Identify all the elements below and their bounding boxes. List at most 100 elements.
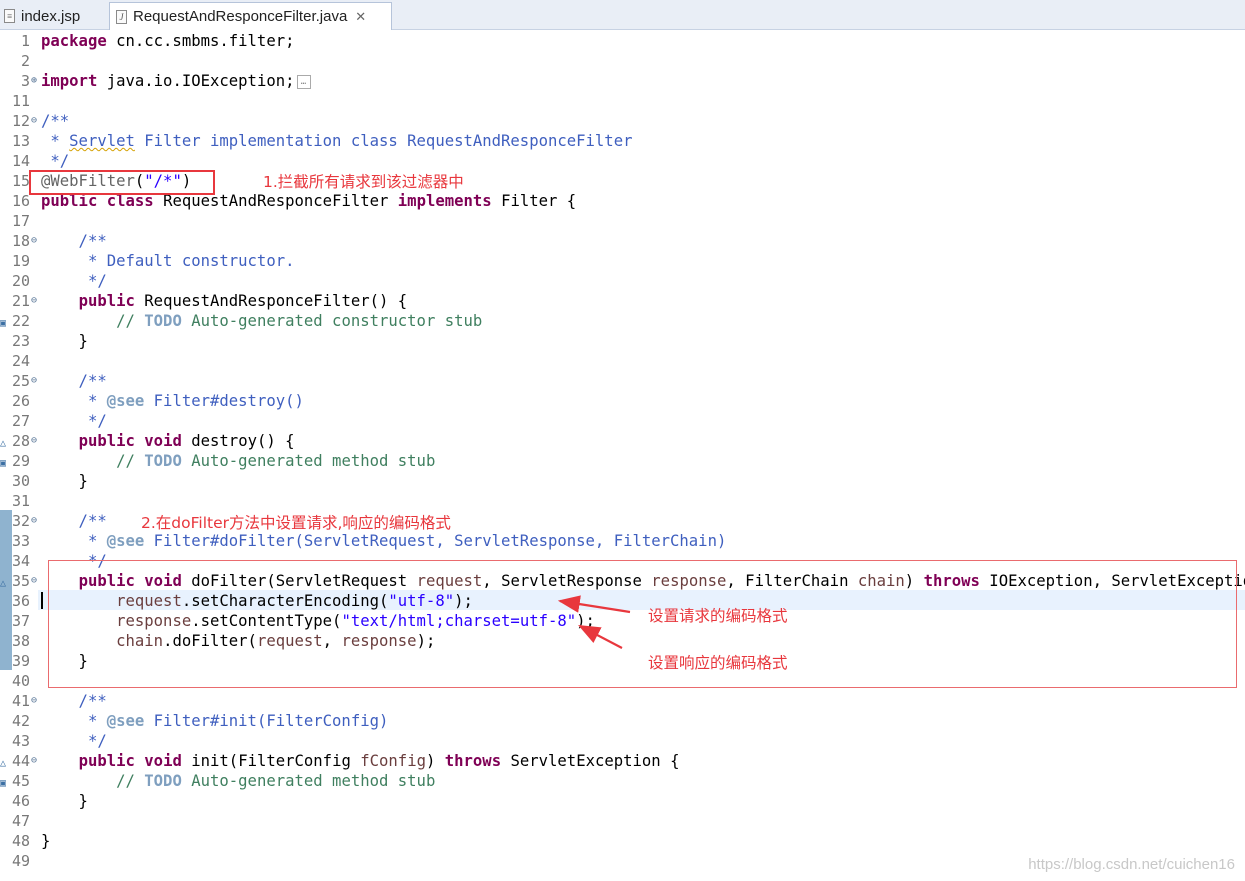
code-editor[interactable]: 1 package cn.cc.smbms.filter; 2 3 ⊕ import ja… xyxy=(0,30,1245,881)
code-line[interactable]: 3 ⊕ import java.io.IOException;… xyxy=(0,71,1245,91)
code-line[interactable]: 18 ⊖ /** xyxy=(0,231,1245,251)
code-line[interactable]: 26 * @see Filter#destroy() xyxy=(0,391,1245,411)
code-token: Servlet xyxy=(69,132,135,150)
code-text: * Default constructor. xyxy=(41,251,295,271)
close-icon[interactable]: ✕ xyxy=(355,9,366,25)
code-line[interactable]: 2 xyxy=(0,51,1245,71)
code-token: throws xyxy=(444,752,502,770)
line-number: 40 xyxy=(11,672,30,690)
code-token: public xyxy=(78,292,135,310)
code-token: TODO xyxy=(144,452,182,470)
code-line[interactable]: 31 xyxy=(0,491,1245,511)
line-number: 12 xyxy=(11,112,30,130)
code-line[interactable]: 12 ⊖/** xyxy=(0,111,1245,131)
code-text: public void init(FilterConfig fConfig) t… xyxy=(41,751,680,771)
code-token: */ xyxy=(41,732,107,750)
code-token: Filter#init(FilterConfig) xyxy=(144,712,389,730)
collapse-fold-icon[interactable]: ⊖ xyxy=(29,431,39,451)
code-text: // TODO Auto-generated constructor stub xyxy=(41,311,482,331)
code-text: } xyxy=(41,471,88,491)
line-number: 42 xyxy=(11,712,30,730)
code-line[interactable]: 24 xyxy=(0,351,1245,371)
code-text: * @see Filter#init(FilterConfig) xyxy=(41,711,388,731)
line-number: 17 xyxy=(11,212,30,230)
code-line[interactable]: 27 */ xyxy=(0,411,1245,431)
expand-fold-icon[interactable]: ⊕ xyxy=(29,71,39,91)
code-line[interactable]: 19 * Default constructor. xyxy=(0,251,1245,271)
code-line[interactable]: 17 xyxy=(0,211,1245,231)
code-token: cn.cc.smbms.filter; xyxy=(106,32,295,50)
code-line[interactable]: 29 ▣ // TODO Auto-generated method stub xyxy=(0,451,1245,471)
code-line[interactable]: 44 ⊖ △ public void init(FilterConfig fConf… xyxy=(0,751,1245,771)
code-line[interactable]: 47 xyxy=(0,811,1245,831)
folded-imports-icon[interactable]: … xyxy=(296,74,311,89)
code-line[interactable]: 46 } xyxy=(0,791,1245,811)
code-token: Filter implementation class RequestAndRe… xyxy=(134,132,633,150)
code-line[interactable]: 43 */ xyxy=(0,731,1245,751)
code-text: /** xyxy=(41,691,107,711)
tab-index-jsp[interactable]: ≡ index.jsp xyxy=(0,2,106,30)
tab-request-and-responce-filter[interactable]: J RequestAndResponceFilter.java ✕ xyxy=(109,2,392,30)
code-token: public xyxy=(78,752,135,770)
code-text: /** xyxy=(41,371,107,391)
code-line[interactable]: 45 ▣ // TODO Auto-generated method stub xyxy=(0,771,1245,791)
collapse-fold-icon[interactable]: ⊖ xyxy=(29,691,39,711)
code-line[interactable]: 48} xyxy=(0,831,1245,851)
code-token: void xyxy=(144,432,182,450)
tab-label: index.jsp xyxy=(21,7,81,25)
annotation-note-4: 设置响应的编码格式 xyxy=(648,654,788,672)
code-token: */ xyxy=(41,272,107,290)
code-line[interactable]: 33 * @see Filter#doFilter(ServletRequest… xyxy=(0,531,1245,551)
code-line[interactable]: 13 * Servlet Filter implementation class… xyxy=(0,131,1245,151)
line-number: 36 xyxy=(11,592,30,610)
code-token: Auto-generated method stub xyxy=(181,772,436,790)
line-number: 2 xyxy=(20,52,30,70)
code-text: /** xyxy=(41,511,107,531)
code-line[interactable]: 25 ⊖ /** xyxy=(0,371,1245,391)
override-marker-icon[interactable]: △ xyxy=(0,754,10,769)
code-line[interactable]: 30 } xyxy=(0,471,1245,491)
annotation-note-1: 1.拦截所有请求到该过滤器中 xyxy=(263,173,464,191)
code-token: @see xyxy=(106,532,145,550)
code-line[interactable]: 28 ⊖ △ public void destroy() { xyxy=(0,431,1245,451)
task-marker-icon[interactable]: ▣ xyxy=(0,314,10,329)
code-line[interactable]: 11 xyxy=(0,91,1245,111)
code-text: */ xyxy=(41,271,107,291)
line-number: 48 xyxy=(11,832,30,850)
code-token: * xyxy=(41,392,107,410)
code-line[interactable]: 20 */ xyxy=(0,271,1245,291)
code-token: } xyxy=(41,832,51,850)
code-line[interactable]: 23 } xyxy=(0,331,1245,351)
line-number: 14 xyxy=(11,152,30,170)
collapse-fold-icon[interactable]: ⊖ xyxy=(29,511,39,531)
code-text: // TODO Auto-generated method stub xyxy=(41,771,435,791)
line-number: 25 xyxy=(11,372,30,390)
code-line[interactable]: 14 */ xyxy=(0,151,1245,171)
code-line[interactable]: 22 ▣ // TODO Auto-generated constructor s… xyxy=(0,311,1245,331)
code-token: Filter#destroy() xyxy=(144,392,304,410)
collapse-fold-icon[interactable]: ⊖ xyxy=(29,231,39,251)
code-token: } xyxy=(41,792,88,810)
code-line[interactable]: 1 package cn.cc.smbms.filter; xyxy=(0,31,1245,51)
task-marker-icon[interactable]: ▣ xyxy=(0,774,10,789)
code-line[interactable]: 42 * @see Filter#init(FilterConfig) xyxy=(0,711,1245,731)
collapse-fold-icon[interactable]: ⊖ xyxy=(29,751,39,771)
task-marker-icon[interactable]: ▣ xyxy=(0,454,10,469)
override-marker-icon[interactable]: △ xyxy=(0,574,10,589)
collapse-fold-icon[interactable]: ⊖ xyxy=(29,291,39,311)
code-line[interactable]: 41 ⊖ /** xyxy=(0,691,1245,711)
code-token: /** xyxy=(41,512,107,530)
collapse-fold-icon[interactable]: ⊖ xyxy=(29,571,39,591)
code-token: ServletException { xyxy=(501,752,680,770)
code-text: package cn.cc.smbms.filter; xyxy=(41,31,294,51)
code-token: Filter#doFilter(ServletRequest, ServletR… xyxy=(144,532,727,550)
collapse-fold-icon[interactable]: ⊖ xyxy=(29,111,39,131)
code-token: * Default constructor. xyxy=(41,252,295,270)
code-line[interactable]: 21 ⊖ public RequestAndResponceFilter() { xyxy=(0,291,1245,311)
collapse-fold-icon[interactable]: ⊖ xyxy=(29,371,39,391)
override-marker-icon[interactable]: △ xyxy=(0,434,10,449)
line-number: 23 xyxy=(11,332,30,350)
